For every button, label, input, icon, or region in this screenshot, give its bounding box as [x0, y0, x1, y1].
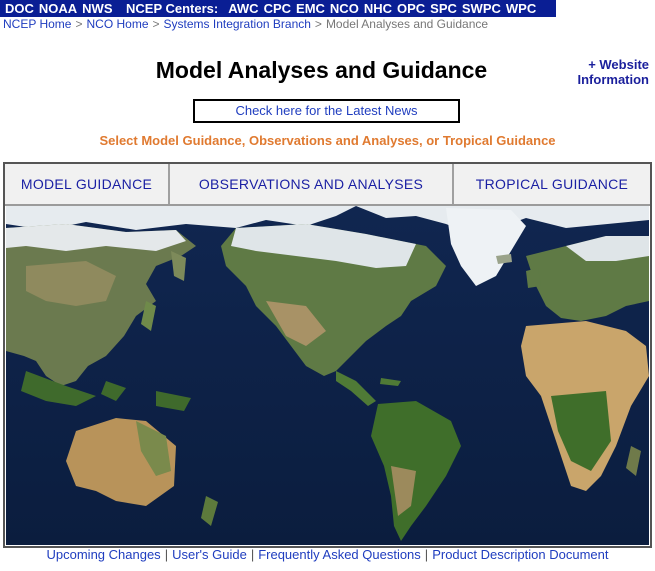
breadcrumb: NCEP Home > NCO Home > Systems Integration B… — [3, 17, 488, 31]
footer-separator: | — [164, 547, 169, 562]
selection-prompt: Select Model Guidance, Observations and … — [99, 133, 556, 148]
website-information-link[interactable]: + Website Information — [578, 57, 650, 87]
spc-link[interactable]: SPC — [430, 1, 457, 16]
breadcrumb-separator: > — [152, 17, 160, 31]
breadcrumb-separator: > — [75, 17, 83, 31]
nco-link[interactable]: NCO — [330, 1, 359, 16]
wpc-link[interactable]: WPC — [506, 1, 536, 16]
nws-link[interactable]: NWS — [82, 1, 112, 16]
footer-separator: | — [424, 547, 429, 562]
website-information-line1: + Website — [588, 57, 649, 72]
agency-nav-bar: DOC NOAA NWS NCEP Centers: AWC CPC EMC NCO NHC O… — [0, 0, 556, 17]
cpc-link[interactable]: CPC — [264, 1, 291, 16]
footer-links: Upcoming Changes | User's Guide | Frequently… — [0, 547, 655, 562]
footer-separator: | — [250, 547, 255, 562]
guidance-tabs: MODEL GUIDANCE OBSERVATIONS AND ANALYSES… — [5, 164, 650, 206]
product-description-link[interactable]: Product Description Document — [432, 547, 608, 562]
breadcrumb-ncep-home[interactable]: NCEP Home — [3, 17, 71, 31]
breadcrumb-nco-home[interactable]: NCO Home — [86, 17, 148, 31]
centers-links-group: NCEP Centers: AWC CPC EMC NCO NHC OPC SPC SWPC WP… — [121, 0, 556, 17]
breadcrumb-sib[interactable]: Systems Integration Branch — [164, 17, 311, 31]
nhc-link[interactable]: NHC — [364, 1, 392, 16]
breadcrumb-current: Model Analyses and Guidance — [325, 17, 489, 31]
noaa-link[interactable]: NOAA — [39, 1, 77, 16]
upcoming-changes-link[interactable]: Upcoming Changes — [47, 547, 161, 562]
swpc-link[interactable]: SWPC — [462, 1, 501, 16]
tab-observations-and-analyses[interactable]: OBSERVATIONS AND ANALYSES — [170, 164, 454, 204]
world-map-image[interactable] — [6, 206, 649, 545]
users-guide-link[interactable]: User's Guide — [172, 547, 247, 562]
breadcrumb-separator: > — [314, 17, 322, 31]
tab-model-guidance[interactable]: MODEL GUIDANCE — [5, 164, 170, 204]
opc-link[interactable]: OPC — [397, 1, 425, 16]
faq-link[interactable]: Frequently Asked Questions — [258, 547, 421, 562]
doc-link[interactable]: DOC — [5, 1, 34, 16]
awc-link[interactable]: AWC — [228, 1, 258, 16]
latest-news-link[interactable]: Check here for the Latest News — [193, 99, 460, 123]
guidance-panel: MODEL GUIDANCE OBSERVATIONS AND ANALYSES… — [3, 162, 652, 548]
agency-links-group: DOC NOAA NWS — [0, 0, 123, 17]
website-information-line2: Information — [577, 72, 650, 87]
tab-tropical-guidance[interactable]: TROPICAL GUIDANCE — [454, 164, 650, 204]
world-map-graphic — [6, 206, 649, 545]
centers-label: NCEP Centers: — [126, 1, 219, 16]
emc-link[interactable]: EMC — [296, 1, 325, 16]
page-title: Model Analyses and Guidance — [155, 57, 488, 83]
